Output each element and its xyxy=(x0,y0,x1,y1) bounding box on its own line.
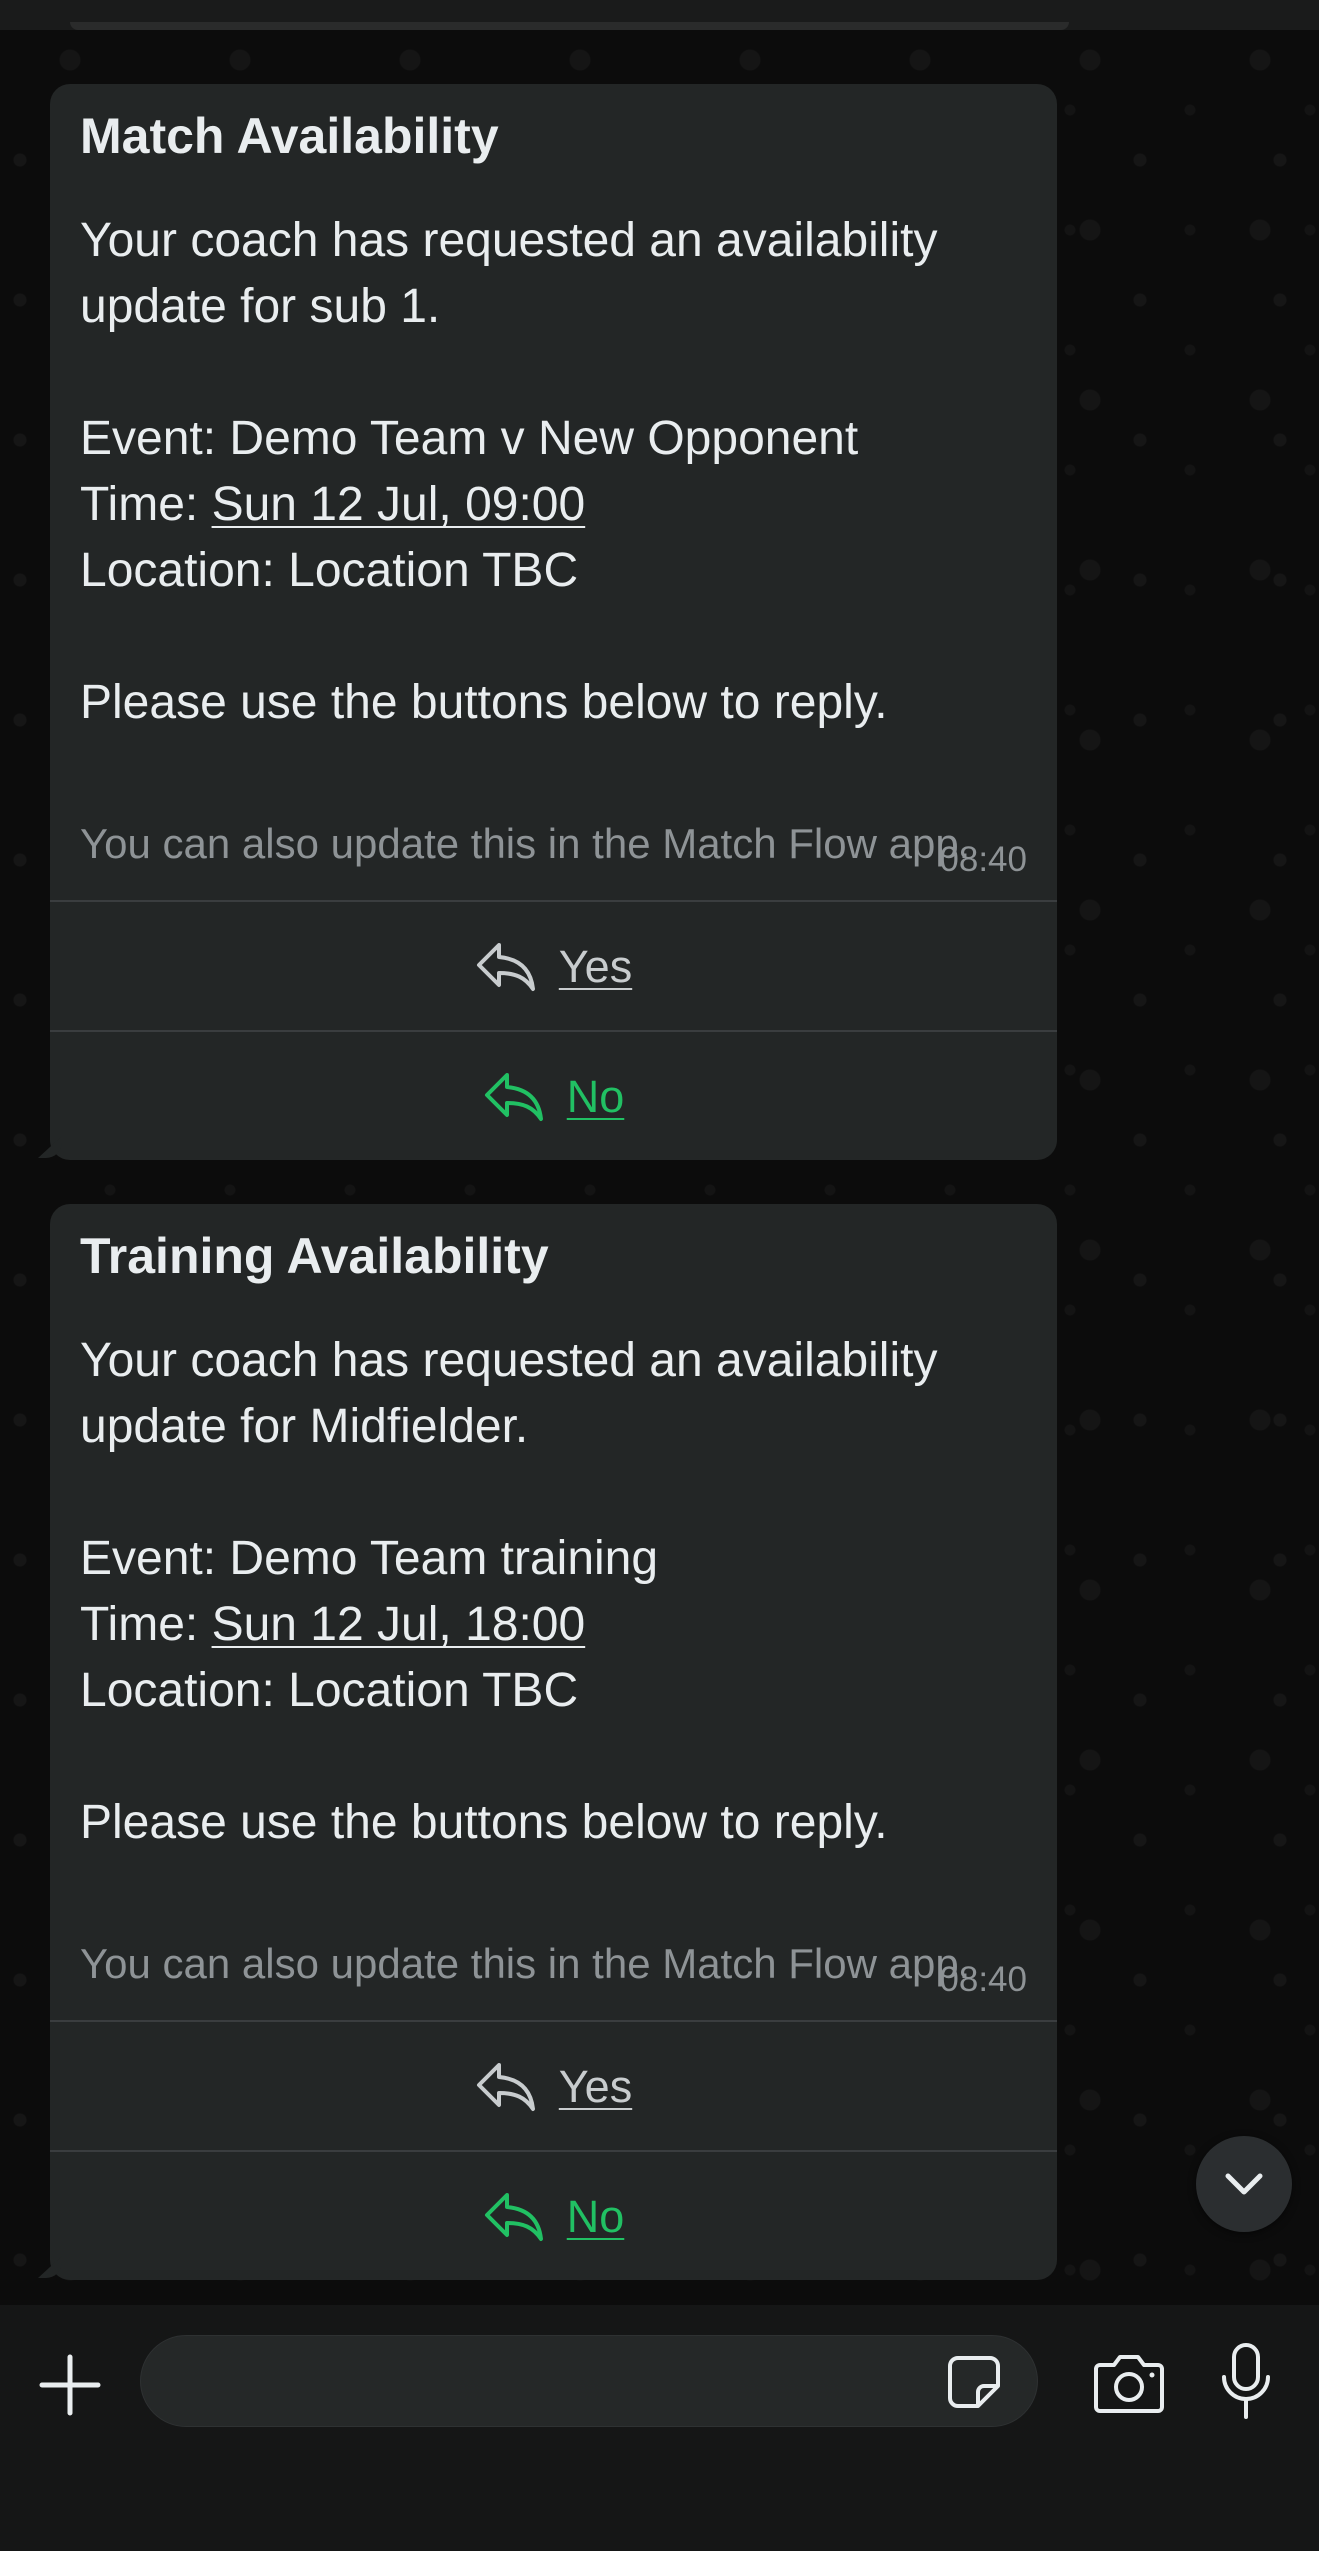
message-composer xyxy=(0,2305,1319,2551)
message-input[interactable] xyxy=(140,2335,1038,2427)
message-text: Your coach has requested an availability… xyxy=(80,1328,1040,1856)
reply-no-button[interactable]: No xyxy=(50,2150,1057,2282)
message-title: Match Availability xyxy=(80,108,499,164)
sticker-icon[interactable] xyxy=(944,2352,1004,2412)
message-timestamp: 08:40 xyxy=(939,840,1027,879)
intro-line-1: Your coach has requested an availability xyxy=(80,214,938,267)
message-title: Training Availability xyxy=(80,1228,549,1284)
reply-yes-button[interactable]: Yes xyxy=(50,2020,1057,2152)
message-bubble-match: Match Availability Your coach has reques… xyxy=(50,84,1057,1160)
scroll-to-bottom-button[interactable] xyxy=(1196,2136,1292,2232)
time-line: Time: Sun 12 Jul, 18:00 xyxy=(80,1598,586,1651)
chevron-down-icon xyxy=(1225,2173,1263,2195)
reply-no-label: No xyxy=(566,1071,625,1122)
previous-message-edge xyxy=(0,0,1319,30)
reply-yes-label: Yes xyxy=(558,2061,633,2112)
message-footer: You can also update this in the Match Fl… xyxy=(80,820,971,867)
message-text: Your coach has requested an availability… xyxy=(80,208,1040,736)
message-bubble-training: Training Availability Your coach has req… xyxy=(50,1204,1057,2280)
reply-no-label: No xyxy=(566,2191,625,2242)
reply-no-button[interactable]: No xyxy=(50,1030,1057,1162)
intro-line-2: update for Midfielder. xyxy=(80,1400,529,1453)
plus-icon[interactable] xyxy=(36,2351,104,2419)
intro-line-2: update for sub 1. xyxy=(80,280,441,333)
reply-icon xyxy=(476,2063,535,2111)
reply-yes-label: Yes xyxy=(558,941,633,992)
message-timestamp: 08:40 xyxy=(939,1960,1027,1999)
reply-icon xyxy=(484,1073,543,1121)
instruction-line: Please use the buttons below to reply. xyxy=(80,1796,888,1849)
reply-icon xyxy=(476,943,535,991)
reply-yes-button[interactable]: Yes xyxy=(50,900,1057,1032)
time-line: Time: Sun 12 Jul, 09:00 xyxy=(80,478,586,531)
instruction-line: Please use the buttons below to reply. xyxy=(80,676,888,729)
time-link[interactable]: Sun 12 Jul, 18:00 xyxy=(212,1598,586,1651)
camera-icon[interactable] xyxy=(1092,2349,1166,2415)
message-footer: You can also update this in the Match Fl… xyxy=(80,1940,971,1987)
location-line: Location: Location TBC xyxy=(80,544,579,597)
intro-line-1: Your coach has requested an availability xyxy=(80,1334,938,1387)
event-line: Event: Demo Team v New Opponent xyxy=(80,412,859,465)
microphone-icon[interactable] xyxy=(1218,2341,1274,2423)
location-line: Location: Location TBC xyxy=(80,1664,579,1717)
time-link[interactable]: Sun 12 Jul, 09:00 xyxy=(212,478,586,531)
reply-icon xyxy=(484,2193,543,2241)
event-line: Event: Demo Team training xyxy=(80,1532,659,1585)
